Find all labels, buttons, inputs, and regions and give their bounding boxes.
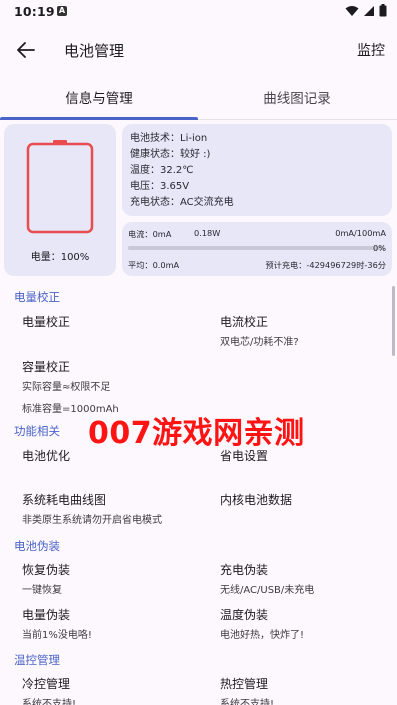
- current-reading: 电流：0mA: [128, 228, 171, 240]
- item-label: 电池优化: [22, 449, 71, 463]
- notification-icon: A: [57, 6, 67, 16]
- tab-indicator: [0, 117, 198, 120]
- item-label: 温度伪装: [220, 608, 269, 622]
- wifi-icon: [345, 5, 359, 16]
- battery-level-value: 100%: [60, 252, 90, 263]
- app-bar: 电池管理 监控: [0, 24, 397, 76]
- item-label: 热控管理: [220, 677, 269, 691]
- battery-info-card: 电池技术：Li-ion 健康状态：较好 :) 温度：32.2℃ 电压：3.65V…: [122, 124, 392, 216]
- item-subtitle: 实际容量≈权限不足: [22, 382, 111, 393]
- item-subtitle: 系统不支持!: [220, 699, 275, 705]
- charging-spoof-item[interactable]: 充电伪装 无线/AC/USB/未充电: [220, 561, 314, 596]
- capacity-calibration-item[interactable]: 电量校正: [22, 313, 70, 330]
- item-label: 恢复伪装: [22, 563, 71, 577]
- section-title-features: 功能相关: [14, 424, 60, 438]
- item-label: 电量伪装: [22, 608, 71, 622]
- battery-level-text: 电量：100%: [4, 248, 116, 263]
- system-power-curve-item[interactable]: 系统耗电曲线图 非类原生系统请勿开启省电模式: [22, 491, 162, 526]
- section-title-thermal: 温控管理: [14, 653, 60, 667]
- item-subtitle: 电池好热，快炸了!: [220, 630, 305, 641]
- item-label: 电流校正: [220, 315, 269, 329]
- current-ratio: 0mA/100mA: [335, 228, 386, 238]
- battery-technology: 电池技术：Li-ion: [130, 133, 208, 144]
- battery-voltage: 电压：3.65V: [130, 181, 190, 192]
- battery-health: 健康状态：较好 :): [130, 149, 211, 160]
- current-percent: 0%: [373, 243, 386, 253]
- item-subtitle: 一键恢复: [22, 585, 62, 596]
- item-label: 电量校正: [22, 315, 71, 329]
- signal-icon: [364, 5, 374, 16]
- current-value: 0mA: [152, 229, 172, 239]
- current-calibration-item[interactable]: 电流校正 双电芯/功耗不准?: [220, 313, 299, 348]
- battery-temperature: 温度：32.2℃: [130, 165, 194, 176]
- current-progress-bar: [128, 246, 385, 250]
- item-label: 系统耗电曲线图: [22, 493, 107, 507]
- kernel-battery-data-item[interactable]: 内核电池数据: [220, 491, 292, 508]
- status-time: 10:19: [14, 4, 55, 19]
- battery-optimization-item[interactable]: 电池优化: [22, 447, 70, 464]
- section-title-calibration: 电量校正: [14, 290, 60, 304]
- back-arrow-icon[interactable]: [14, 38, 38, 62]
- item-label: 冷控管理: [22, 677, 71, 691]
- item-subtitle: 系统不支持!: [22, 699, 77, 705]
- item-label: 充电伪装: [220, 563, 269, 577]
- status-icons: [345, 4, 387, 17]
- item-label: 内核电池数据: [220, 493, 293, 507]
- current-card: 电流：0mA 0.18W 0mA/100mA 0% 平均：0.0mA 预计充电：…: [122, 222, 392, 276]
- capacity-correction-item[interactable]: 容量校正 实际容量≈权限不足 标准容量=1000mAh: [22, 358, 119, 415]
- current-label: 电流：: [128, 229, 153, 239]
- section-title-spoof: 电池伪装: [14, 539, 60, 553]
- power-value: 0.18W: [194, 228, 221, 238]
- tab-bar: 信息与管理 曲线图记录: [0, 76, 397, 120]
- thermal-control-item[interactable]: 热控管理 系统不支持!: [220, 675, 274, 705]
- watermark-text: 007游戏网亲测: [88, 416, 305, 451]
- restore-spoof-item[interactable]: 恢复伪装 一键恢复: [22, 561, 70, 596]
- battery-charge-state: 充电状态：AC交流充电: [130, 197, 234, 208]
- cold-control-item[interactable]: 冷控管理 系统不支持!: [22, 675, 76, 705]
- page-title: 电池管理: [64, 42, 125, 60]
- battery-level-label: 电量：: [30, 252, 61, 263]
- status-bar: 10:19 A: [0, 0, 397, 24]
- battery-icon: [379, 4, 387, 17]
- scrollbar[interactable]: [392, 286, 395, 356]
- temperature-spoof-item[interactable]: 温度伪装 电池好热，快炸了!: [220, 606, 304, 641]
- tab-info-management[interactable]: 信息与管理: [0, 76, 198, 120]
- battery-level-card: 电量：100%: [4, 124, 116, 276]
- monitor-button[interactable]: 监控: [357, 40, 385, 60]
- item-subtitle: 当前1%没电咯!: [22, 630, 92, 641]
- item-subtitle: 非类原生系统请勿开启省电模式: [22, 515, 162, 526]
- average-current: 平均：0.0mA: [128, 260, 180, 270]
- item-subtitle: 无线/AC/USB/未充电: [220, 585, 315, 596]
- charge-estimate: 预计充电：-429496729时-36分: [265, 260, 386, 270]
- tab-curve-records[interactable]: 曲线图记录: [198, 76, 396, 120]
- item-label: 容量校正: [22, 360, 71, 374]
- level-spoof-item[interactable]: 电量伪装 当前1%没电咯!: [22, 606, 92, 641]
- battery-graphic-icon: [26, 140, 94, 234]
- item-subtitle: 双电芯/功耗不准?: [220, 337, 299, 348]
